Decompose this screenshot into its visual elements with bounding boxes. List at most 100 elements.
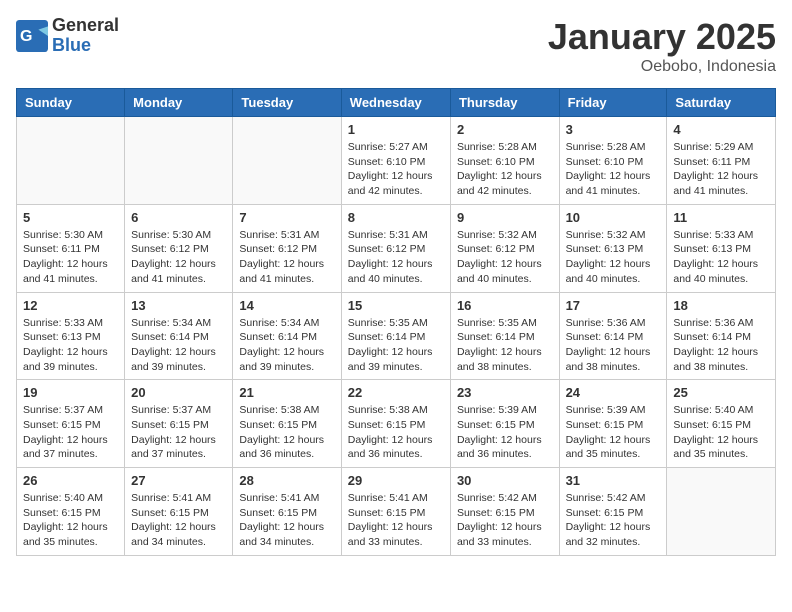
calendar-cell: 4Sunrise: 5:29 AM Sunset: 6:11 PM Daylig…	[667, 117, 776, 205]
day-number: 10	[566, 210, 661, 225]
month-title: January 2025	[548, 16, 776, 58]
day-info: Sunrise: 5:42 AM Sunset: 6:15 PM Dayligh…	[566, 491, 661, 550]
day-info: Sunrise: 5:30 AM Sunset: 6:12 PM Dayligh…	[131, 228, 226, 287]
logo-text: General Blue	[52, 16, 119, 56]
day-number: 20	[131, 385, 226, 400]
location: Oebobo, Indonesia	[548, 58, 776, 76]
day-info: Sunrise: 5:39 AM Sunset: 6:15 PM Dayligh…	[566, 403, 661, 462]
day-info: Sunrise: 5:32 AM Sunset: 6:13 PM Dayligh…	[566, 228, 661, 287]
weekday-header-thursday: Thursday	[450, 89, 559, 117]
day-number: 25	[673, 385, 769, 400]
calendar-cell: 9Sunrise: 5:32 AM Sunset: 6:12 PM Daylig…	[450, 204, 559, 292]
weekday-header-monday: Monday	[125, 89, 233, 117]
calendar-cell: 12Sunrise: 5:33 AM Sunset: 6:13 PM Dayli…	[17, 292, 125, 380]
day-number: 3	[566, 122, 661, 137]
logo: G General Blue	[16, 16, 119, 56]
day-info: Sunrise: 5:38 AM Sunset: 6:15 PM Dayligh…	[348, 403, 444, 462]
calendar-cell: 30Sunrise: 5:42 AM Sunset: 6:15 PM Dayli…	[450, 468, 559, 556]
day-number: 8	[348, 210, 444, 225]
calendar-cell: 17 Sunrise: 5:36 AM Sunset: 6:14 PM Dayli…	[559, 292, 667, 380]
day-number: 22	[348, 385, 444, 400]
calendar-cell	[667, 468, 776, 556]
day-number: 28	[239, 473, 334, 488]
day-number: 16	[457, 298, 553, 313]
day-info: Sunrise: 5:31 AM Sunset: 6:12 PM Dayligh…	[348, 228, 444, 287]
day-info: Sunrise: 5:39 AM Sunset: 6:15 PM Dayligh…	[457, 403, 553, 462]
calendar-cell: 7 Sunrise: 5:31 AM Sunset: 6:12 PM Daylig…	[233, 204, 341, 292]
day-number: 15	[348, 298, 444, 313]
week-row-2: 5Sunrise: 5:30 AM Sunset: 6:11 PM Daylig…	[17, 204, 776, 292]
day-number: 7	[239, 210, 334, 225]
calendar-cell: 15 Sunrise: 5:35 AM Sunset: 6:14 PM Dayli…	[341, 292, 450, 380]
day-number: 11	[673, 210, 769, 225]
calendar-cell: 26Sunrise: 5:40 AM Sunset: 6:15 PM Dayli…	[17, 468, 125, 556]
day-info: Sunrise: 5:37 AM Sunset: 6:15 PM Dayligh…	[23, 403, 118, 462]
weekday-header-saturday: Saturday	[667, 89, 776, 117]
svg-text:G: G	[20, 28, 32, 45]
weekday-header-wednesday: Wednesday	[341, 89, 450, 117]
day-number: 31	[566, 473, 661, 488]
calendar-cell: 18Sunrise: 5:36 AM Sunset: 6:14 PM Dayli…	[667, 292, 776, 380]
day-info: Sunrise: 5:28 AM Sunset: 6:10 PM Dayligh…	[457, 140, 553, 199]
calendar-cell: 5Sunrise: 5:30 AM Sunset: 6:11 PM Daylig…	[17, 204, 125, 292]
calendar-cell: 22 Sunrise: 5:38 AM Sunset: 6:15 PM Dayli…	[341, 380, 450, 468]
weekday-header-tuesday: Tuesday	[233, 89, 341, 117]
calendar-cell: 25 Sunrise: 5:40 AM Sunset: 6:15 PM Dayli…	[667, 380, 776, 468]
calendar-cell: 31 Sunrise: 5:42 AM Sunset: 6:15 PM Dayli…	[559, 468, 667, 556]
calendar: SundayMondayTuesdayWednesdayThursdayFrid…	[16, 88, 776, 556]
day-info: Sunrise: 5:35 AM Sunset: 6:14 PM Dayligh…	[348, 316, 444, 375]
day-number: 30	[457, 473, 553, 488]
week-row-4: 19 Sunrise: 5:37 AM Sunset: 6:15 PM Dayli…	[17, 380, 776, 468]
calendar-cell: 20 Sunrise: 5:37 AM Sunset: 6:15 PM Dayli…	[125, 380, 233, 468]
day-info: Sunrise: 5:34 AM Sunset: 6:14 PM Dayligh…	[131, 316, 226, 375]
title-block: January 2025 Oebobo, Indonesia	[548, 16, 776, 76]
day-info: Sunrise: 5:41 AM Sunset: 6:15 PM Dayligh…	[131, 491, 226, 550]
day-number: 19	[23, 385, 118, 400]
day-info: Sunrise: 5:41 AM Sunset: 6:15 PM Dayligh…	[348, 491, 444, 550]
week-row-5: 26Sunrise: 5:40 AM Sunset: 6:15 PM Dayli…	[17, 468, 776, 556]
day-number: 29	[348, 473, 444, 488]
day-number: 2	[457, 122, 553, 137]
day-info: Sunrise: 5:31 AM Sunset: 6:12 PM Dayligh…	[239, 228, 334, 287]
day-number: 21	[239, 385, 334, 400]
calendar-cell: 21 Sunrise: 5:38 AM Sunset: 6:15 PM Dayli…	[233, 380, 341, 468]
day-info: Sunrise: 5:36 AM Sunset: 6:14 PM Dayligh…	[673, 316, 769, 375]
calendar-cell: 13Sunrise: 5:34 AM Sunset: 6:14 PM Dayli…	[125, 292, 233, 380]
weekday-header-row: SundayMondayTuesdayWednesdayThursdayFrid…	[17, 89, 776, 117]
calendar-cell	[233, 117, 341, 205]
weekday-header-friday: Friday	[559, 89, 667, 117]
calendar-cell: 27 Sunrise: 5:41 AM Sunset: 6:15 PM Dayli…	[125, 468, 233, 556]
logo-blue: Blue	[52, 36, 119, 56]
calendar-cell: 16 Sunrise: 5:35 AM Sunset: 6:14 PM Dayli…	[450, 292, 559, 380]
day-number: 6	[131, 210, 226, 225]
calendar-cell: 2 Sunrise: 5:28 AM Sunset: 6:10 PM Daylig…	[450, 117, 559, 205]
week-row-3: 12Sunrise: 5:33 AM Sunset: 6:13 PM Dayli…	[17, 292, 776, 380]
calendar-cell: 1Sunrise: 5:27 AM Sunset: 6:10 PM Daylig…	[341, 117, 450, 205]
day-info: Sunrise: 5:41 AM Sunset: 6:15 PM Dayligh…	[239, 491, 334, 550]
day-info: Sunrise: 5:36 AM Sunset: 6:14 PM Dayligh…	[566, 316, 661, 375]
calendar-cell: 11 Sunrise: 5:33 AM Sunset: 6:13 PM Dayli…	[667, 204, 776, 292]
logo-general: General	[52, 16, 119, 36]
day-number: 5	[23, 210, 118, 225]
day-number: 27	[131, 473, 226, 488]
day-number: 24	[566, 385, 661, 400]
page-header: G General Blue January 2025 Oebobo, Indo…	[16, 16, 776, 76]
week-row-1: 1Sunrise: 5:27 AM Sunset: 6:10 PM Daylig…	[17, 117, 776, 205]
day-info: Sunrise: 5:40 AM Sunset: 6:15 PM Dayligh…	[673, 403, 769, 462]
day-info: Sunrise: 5:33 AM Sunset: 6:13 PM Dayligh…	[673, 228, 769, 287]
day-number: 26	[23, 473, 118, 488]
calendar-cell: 19 Sunrise: 5:37 AM Sunset: 6:15 PM Dayli…	[17, 380, 125, 468]
day-number: 17	[566, 298, 661, 313]
calendar-cell: 24 Sunrise: 5:39 AM Sunset: 6:15 PM Dayli…	[559, 380, 667, 468]
calendar-cell: 23Sunrise: 5:39 AM Sunset: 6:15 PM Dayli…	[450, 380, 559, 468]
day-info: Sunrise: 5:27 AM Sunset: 6:10 PM Dayligh…	[348, 140, 444, 199]
day-info: Sunrise: 5:28 AM Sunset: 6:10 PM Dayligh…	[566, 140, 661, 199]
calendar-cell: 3 Sunrise: 5:28 AM Sunset: 6:10 PM Daylig…	[559, 117, 667, 205]
calendar-cell: 10 Sunrise: 5:32 AM Sunset: 6:13 PM Dayli…	[559, 204, 667, 292]
day-info: Sunrise: 5:35 AM Sunset: 6:14 PM Dayligh…	[457, 316, 553, 375]
day-info: Sunrise: 5:34 AM Sunset: 6:14 PM Dayligh…	[239, 316, 334, 375]
calendar-cell: 28 Sunrise: 5:41 AM Sunset: 6:15 PM Dayli…	[233, 468, 341, 556]
day-info: Sunrise: 5:38 AM Sunset: 6:15 PM Dayligh…	[239, 403, 334, 462]
logo-icon: G	[16, 20, 48, 52]
day-info: Sunrise: 5:37 AM Sunset: 6:15 PM Dayligh…	[131, 403, 226, 462]
